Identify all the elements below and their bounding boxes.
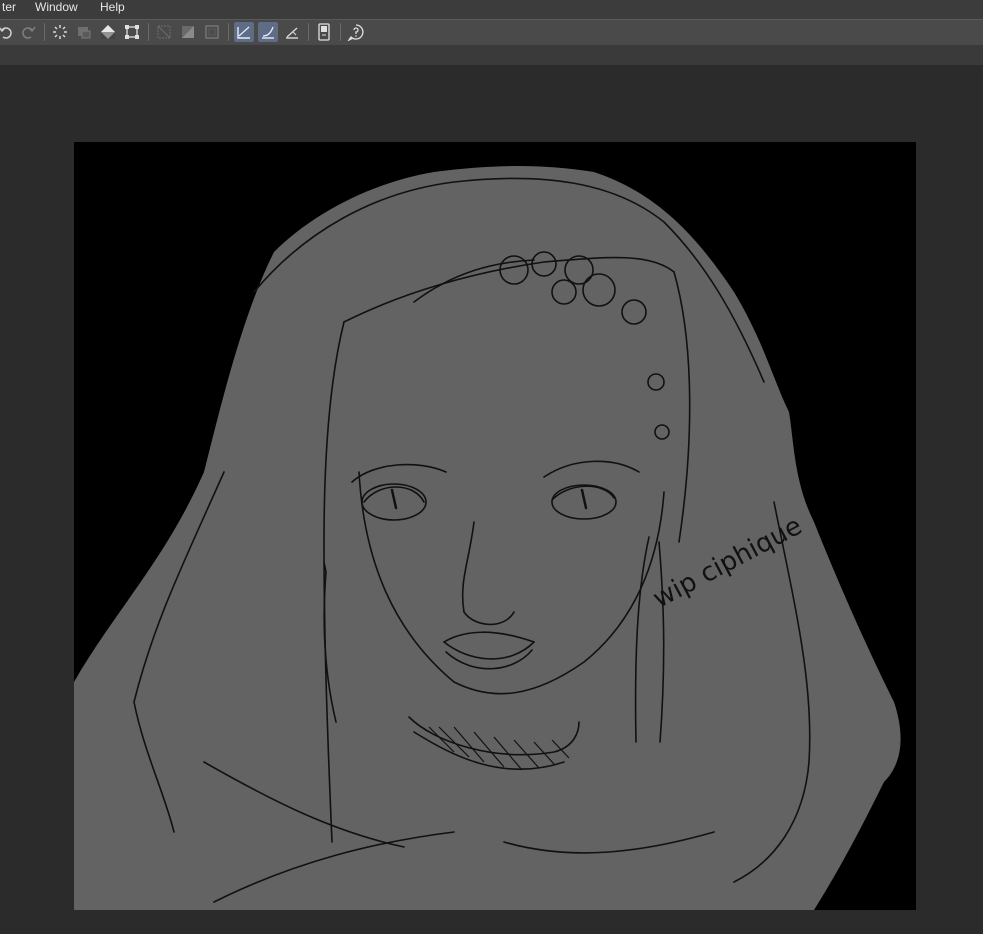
perspective-ruler-button[interactable] — [282, 22, 302, 42]
clear-icon — [78, 27, 91, 39]
curve-snap-button[interactable] — [258, 22, 278, 42]
ruler-snap-button[interactable] — [234, 22, 254, 42]
menu-window[interactable]: Window — [33, 0, 80, 15]
drawing-canvas[interactable]: wip ciphique — [74, 142, 916, 910]
redo-button[interactable] — [18, 22, 38, 42]
curve-snap-icon — [262, 26, 274, 39]
toolbar-separator — [228, 23, 229, 41]
device-icon — [318, 23, 330, 41]
help-icon — [347, 24, 364, 41]
fill-icon — [101, 25, 115, 39]
transform-button[interactable] — [122, 22, 142, 42]
clear-button[interactable] — [74, 22, 94, 42]
command-bar — [0, 19, 983, 46]
loading-spinner-icon — [53, 25, 67, 39]
fill-button[interactable] — [98, 22, 118, 42]
selection-off-icon — [157, 25, 171, 39]
transform-icon — [125, 25, 139, 39]
invert-selection-button[interactable] — [178, 22, 198, 42]
tool-property-bar — [0, 45, 983, 65]
menu-help[interactable]: Help — [98, 0, 127, 15]
loading-button[interactable] — [50, 22, 70, 42]
toolbar-separator — [44, 23, 45, 41]
sketch-artwork: wip ciphique — [74, 166, 901, 910]
undo-button[interactable] — [0, 22, 16, 42]
ruler-snap-icon — [237, 26, 250, 39]
invert-selection-icon — [182, 26, 194, 38]
toolbar-separator — [308, 23, 309, 41]
selection-border-button[interactable] — [202, 22, 222, 42]
toolbar-separator — [340, 23, 341, 41]
selection-off-button[interactable] — [154, 22, 174, 42]
perspective-ruler-icon — [286, 27, 298, 39]
selection-border-icon — [205, 25, 219, 39]
help-button[interactable] — [346, 22, 366, 42]
redo-icon — [22, 26, 36, 39]
menu-filter[interactable]: ter — [0, 0, 18, 15]
undo-icon — [0, 27, 12, 39]
device-button[interactable] — [314, 22, 334, 42]
menu-bar: ter Window Help — [0, 0, 983, 19]
toolbar-separator — [148, 23, 149, 41]
